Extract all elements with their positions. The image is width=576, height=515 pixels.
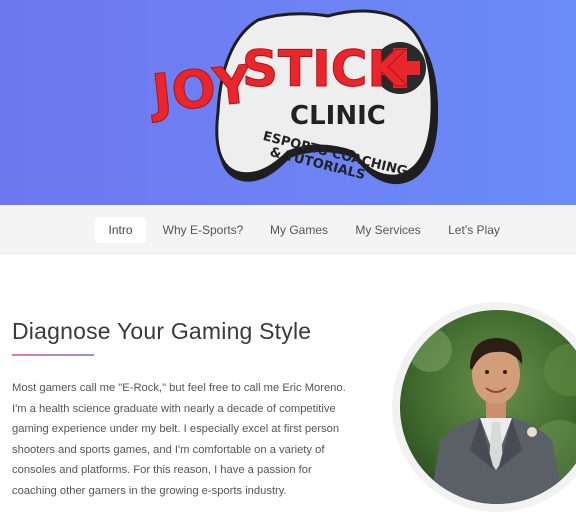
- profile-photo-frame: [392, 302, 576, 512]
- logo-word-stick: STICK: [242, 40, 408, 98]
- nav-item-my-games[interactable]: My Games: [266, 217, 332, 243]
- title-underline: [12, 354, 94, 356]
- logo-word-joy: JOY: [150, 55, 256, 126]
- logo-word-clinic: CLINIC: [290, 101, 386, 131]
- main-navigation: Intro Why E-Sports? My Games My Services…: [0, 205, 576, 254]
- intro-paragraph: Most gamers call me "E-Rock," but feel f…: [12, 382, 346, 497]
- section-title: Diagnose Your Gaming Style: [12, 318, 312, 344]
- nav-item-lets-play[interactable]: Let’s Play: [445, 217, 503, 243]
- profile-photo: [400, 310, 576, 504]
- intro-section: Diagnose Your Gaming Style Most gamers c…: [0, 254, 576, 515]
- nav-item-why-esports[interactable]: Why E-Sports?: [162, 217, 244, 243]
- nav-item-my-services[interactable]: My Services: [352, 217, 424, 243]
- joystick-clinic-logo: JOY STICK CLINIC ESPORTS COACHING & TUTO…: [150, 9, 439, 185]
- hero-banner: JOY STICK CLINIC ESPORTS COACHING & TUTO…: [0, 0, 576, 205]
- nav-item-intro[interactable]: Intro: [95, 217, 146, 243]
